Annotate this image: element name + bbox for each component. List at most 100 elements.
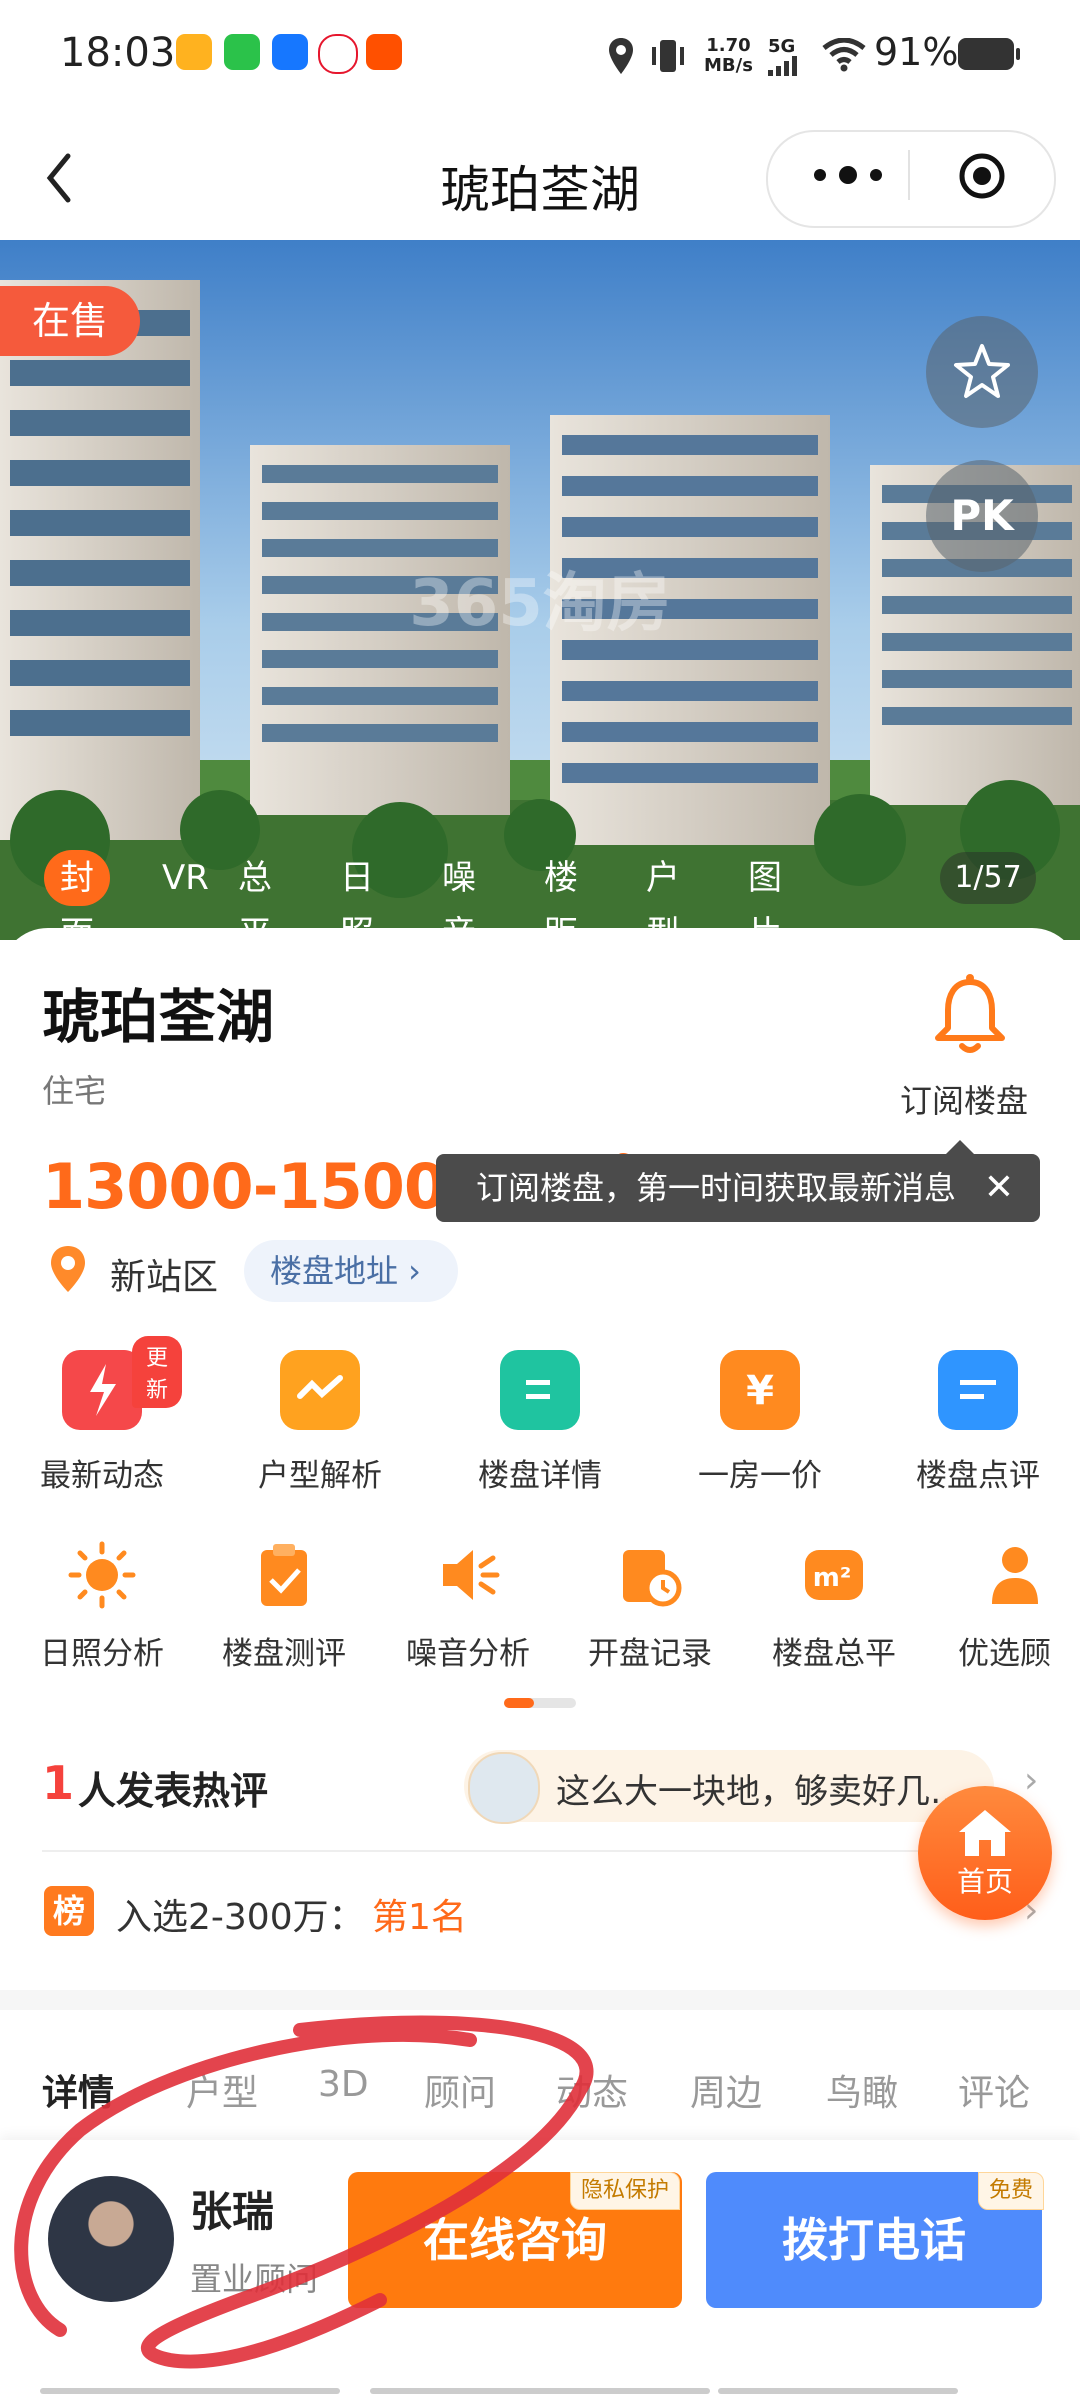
grid-label: 楼盘详情 xyxy=(478,1458,602,1494)
section-tab-details[interactable]: 详情 xyxy=(42,2064,114,2116)
grid-item-unit-price[interactable]: ¥ 一房一价 xyxy=(670,1350,850,1495)
pk-button[interactable]: PK xyxy=(926,460,1038,572)
tab-cover[interactable]: 封面 xyxy=(44,850,110,954)
grid-item-reviews[interactable]: 楼盘点评 xyxy=(888,1350,1068,1495)
tab-photos[interactable]: 图片 xyxy=(748,850,782,954)
calendar-clock-icon xyxy=(615,1540,685,1610)
grid-item-site-plan[interactable]: m² 楼盘总平 xyxy=(744,1540,924,1673)
section-tab-news[interactable]: 动态 xyxy=(556,2064,628,2116)
tab-layout[interactable]: 户型 xyxy=(646,850,680,954)
ranking-text[interactable]: 入选2-300万： xyxy=(116,1888,365,1940)
gesture-bar xyxy=(40,2388,340,2394)
tab-distance[interactable]: 楼距 xyxy=(544,850,578,954)
tab-sunlight[interactable]: 日照 xyxy=(340,850,374,954)
watermark: 365淘房 xyxy=(409,567,671,641)
wechat-notification-icon xyxy=(224,34,260,70)
home-label: 首页 xyxy=(956,1865,1013,1898)
yuan-icon: ¥ xyxy=(720,1350,800,1430)
grid-item-latest-news[interactable]: 更新 最新动态 xyxy=(12,1336,192,1495)
speaker-icon xyxy=(433,1540,503,1610)
project-name: 琥珀荃湖 xyxy=(42,983,275,1051)
advisor-icon xyxy=(980,1540,1050,1610)
battery-percent: 91% xyxy=(874,30,959,74)
alipay-notification-icon xyxy=(272,34,308,70)
cover-image[interactable]: 365淘房 xyxy=(0,240,1080,940)
section-tab-nearby[interactable]: 周边 xyxy=(690,2064,762,2116)
weibo-notification-icon xyxy=(318,34,358,74)
grid-item-sunlight[interactable]: 日照分析 xyxy=(12,1540,192,1673)
grid-label: 楼盘总平 xyxy=(772,1636,896,1672)
location-pin-icon xyxy=(51,1246,85,1292)
free-tag: 免费 xyxy=(978,2172,1045,2210)
section-tab-3d[interactable]: 3D xyxy=(318,2064,369,2105)
section-separator xyxy=(0,1990,1080,2010)
tab-vr[interactable]: VR xyxy=(162,850,209,906)
address-button[interactable]: 楼盘地址 › xyxy=(244,1240,458,1302)
net-speed-value: 1.70 xyxy=(706,35,751,56)
star-icon xyxy=(954,344,1010,398)
area-icon: m² xyxy=(799,1540,869,1610)
ranking-icon: 榜 xyxy=(44,1886,94,1936)
grid-item-details[interactable]: 楼盘详情 xyxy=(450,1350,630,1495)
signal-5g: 5G xyxy=(768,36,796,57)
grid-label: 优选顾 xyxy=(958,1636,1051,1672)
grid-label: 日照分析 xyxy=(40,1636,164,1672)
more-options-icon[interactable] xyxy=(796,150,906,200)
project-type: 住宅 xyxy=(42,1072,107,1110)
floor-plan-icon xyxy=(280,1350,360,1430)
home-button[interactable]: 首页 xyxy=(918,1786,1052,1920)
tooltip-close-icon[interactable]: ✕ xyxy=(984,1154,1014,1222)
app-notification-icon xyxy=(176,34,212,70)
update-badge: 更新 xyxy=(132,1336,183,1408)
signal-icon xyxy=(768,56,797,76)
grid-item-advisor[interactable]: 优选顾 xyxy=(926,1540,1066,1673)
agent-role: 置业顾问 xyxy=(190,2260,319,2298)
status-time: 18:03 xyxy=(60,30,176,76)
grid-item-noise[interactable]: 噪音分析 xyxy=(378,1540,558,1673)
subscribe-tooltip: 订阅楼盘，第一时间获取最新消息 ✕ xyxy=(436,1140,1040,1222)
svg-text:¥: ¥ xyxy=(746,1368,774,1414)
divider xyxy=(42,1850,1038,1852)
news-icon: 更新 xyxy=(62,1336,183,1430)
agent-name: 张瑞 xyxy=(190,2187,275,2236)
grid-item-evaluation[interactable]: 楼盘测评 xyxy=(194,1540,374,1673)
favorite-button[interactable] xyxy=(926,316,1038,428)
grid-label: 楼盘点评 xyxy=(916,1458,1040,1494)
ranking-position[interactable]: 第1名 xyxy=(372,1888,467,1940)
vibrate-icon xyxy=(652,40,684,72)
review-icon xyxy=(938,1350,1018,1430)
review-snippet: 这么大一块地，够卖好几… xyxy=(556,1772,964,1812)
tab-noise[interactable]: 噪音 xyxy=(442,850,476,954)
agent-avatar[interactable] xyxy=(48,2176,174,2302)
net-speed: 1.70 MB/s xyxy=(704,36,753,76)
tooltip-text: 订阅楼盘，第一时间获取最新消息 xyxy=(476,1169,957,1207)
section-tab-layouts[interactable]: 户型 xyxy=(186,2064,258,2116)
review-label[interactable]: 人发表热评 xyxy=(78,1760,268,1815)
gesture-bar xyxy=(718,2388,958,2394)
battery-icon xyxy=(958,38,1020,70)
gesture-bar xyxy=(370,2388,710,2394)
bell-icon[interactable] xyxy=(930,972,1010,1058)
close-mini-program-icon[interactable] xyxy=(958,152,1006,200)
taobao-notification-icon xyxy=(366,34,402,70)
review-count: 1 xyxy=(42,1756,75,1810)
svg-text:m²: m² xyxy=(813,1563,851,1593)
subscribe-label[interactable]: 订阅楼盘 xyxy=(900,1076,1028,1122)
grid-label: 一房一价 xyxy=(698,1458,822,1494)
image-counter: 1/57 xyxy=(940,852,1036,904)
grid-item-floor-plan[interactable]: 户型解析 xyxy=(230,1350,410,1495)
section-tab-aerial[interactable]: 鸟瞰 xyxy=(826,2064,898,2116)
section-tab-comments[interactable]: 评论 xyxy=(958,2064,1030,2116)
grid-label: 楼盘测评 xyxy=(222,1636,346,1672)
location-status-icon xyxy=(609,38,633,74)
wifi-icon xyxy=(822,38,866,72)
tab-master-plan[interactable]: 总平 xyxy=(238,850,272,954)
sun-icon xyxy=(67,1540,137,1610)
on-sale-badge: 在售 xyxy=(0,286,140,356)
grid-item-opening-records[interactable]: 开盘记录 xyxy=(560,1540,740,1673)
capsule-divider xyxy=(908,150,910,200)
grid-label: 开盘记录 xyxy=(588,1636,712,1672)
section-tab-advisor[interactable]: 顾问 xyxy=(424,2064,496,2116)
clipboard-icon xyxy=(249,1540,319,1610)
privacy-tag: 隐私保护 xyxy=(570,2172,681,2210)
